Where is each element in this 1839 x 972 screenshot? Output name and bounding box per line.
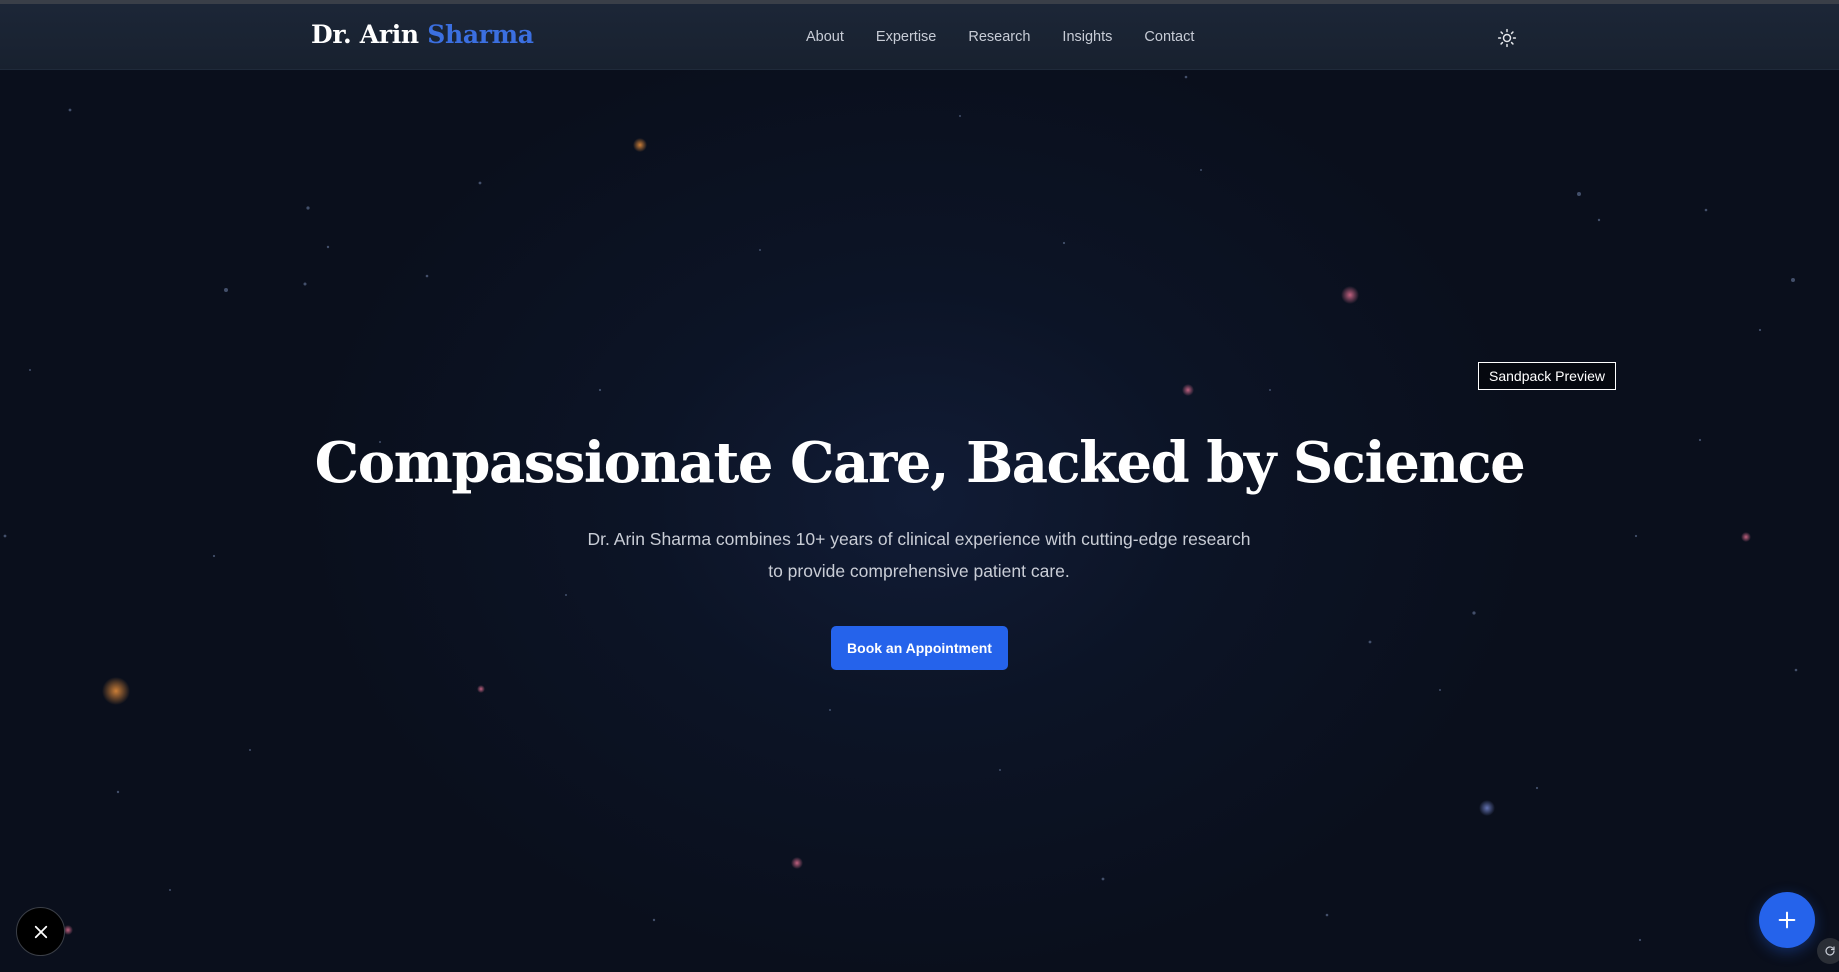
nav-link-research[interactable]: Research	[968, 29, 1030, 45]
brand-last-name: Sharma	[427, 20, 534, 49]
brand-logo[interactable]: Dr. Arin Sharma	[311, 20, 534, 49]
close-icon	[34, 925, 47, 938]
hero-subtitle-line1: Dr. Arin Sharma combines 10+ years of cl…	[587, 529, 1251, 549]
theme-toggle-button[interactable]	[1496, 27, 1518, 49]
starfield-background	[3, 75, 1798, 942]
sun-icon	[1497, 28, 1517, 48]
nav-link-about[interactable]: About	[806, 29, 844, 45]
sandpack-preview-label: Sandpack Preview	[1478, 362, 1616, 390]
book-appointment-button[interactable]: Book an Appointment	[831, 626, 1008, 670]
add-floating-button[interactable]	[1759, 892, 1815, 948]
nav-link-expertise[interactable]: Expertise	[876, 29, 936, 45]
plus-icon	[1778, 911, 1796, 929]
hero-section: Compassionate Care, Backed by Science Dr…	[0, 70, 1839, 972]
hero-title: Compassionate Care, Backed by Science	[314, 430, 1526, 496]
main-nav: About Expertise Research Insights Contac…	[806, 29, 1226, 45]
refresh-icon	[1825, 946, 1835, 956]
brand-first-name: Dr. Arin	[311, 20, 419, 49]
refresh-button[interactable]	[1817, 938, 1839, 964]
nav-link-insights[interactable]: Insights	[1062, 29, 1112, 45]
hero-subtitle: Dr. Arin Sharma combines 10+ years of cl…	[569, 523, 1269, 587]
close-button[interactable]	[16, 907, 65, 956]
nav-link-contact[interactable]: Contact	[1144, 29, 1194, 45]
hero-subtitle-line2: to provide comprehensive patient care.	[768, 561, 1070, 581]
navbar: Dr. Arin Sharma About Expertise Research…	[0, 4, 1839, 70]
